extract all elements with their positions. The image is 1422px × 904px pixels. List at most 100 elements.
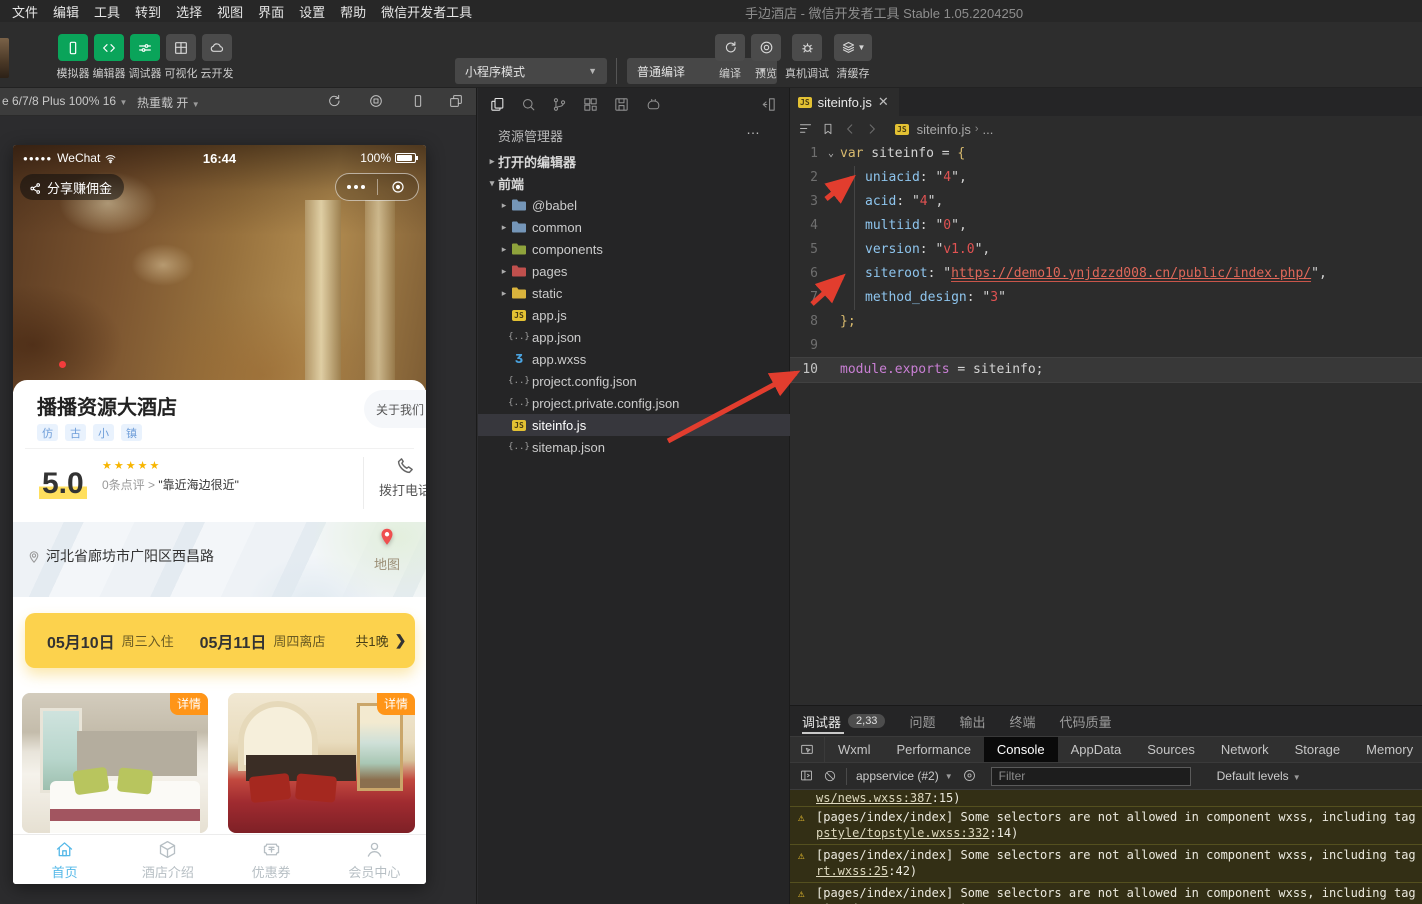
code-line-8[interactable]: 8};	[790, 310, 1422, 334]
breadcrumb-symbol[interactable]: ...	[983, 122, 994, 137]
tree-item-pages[interactable]: ▸ pages	[478, 260, 790, 282]
code-line-9[interactable]: 9	[790, 334, 1422, 358]
menu-item-微信开发者工具[interactable]: 微信开发者工具	[381, 2, 472, 21]
detail-badge[interactable]: 详情	[169, 693, 208, 715]
menu-item-编辑[interactable]: 编辑	[53, 2, 79, 21]
navigate-forward-icon[interactable]	[865, 120, 879, 138]
mode-select[interactable]: 小程序模式 ▼	[455, 58, 607, 84]
menu-item-转到[interactable]: 转到	[135, 2, 161, 21]
cloud-tools-icon[interactable]	[645, 96, 662, 114]
detail-badge[interactable]: 详情	[376, 693, 415, 715]
tree-item-siteinfo.js[interactable]: JS siteinfo.js	[478, 414, 790, 436]
menu-item-工具[interactable]: 工具	[94, 2, 120, 21]
devtools-tab-performance[interactable]: Performance	[884, 737, 984, 762]
record-icon[interactable]	[368, 93, 384, 109]
navigate-back-icon[interactable]	[843, 120, 857, 138]
call-hotel-button[interactable]: 拨打电话	[377, 455, 426, 499]
tree-item-sitemap.json[interactable]: {..} sitemap.json	[478, 436, 790, 458]
about-us-button[interactable]: 关于我们›	[364, 390, 426, 428]
live-expression-icon[interactable]	[962, 767, 977, 785]
bookmark-icon[interactable]	[821, 120, 835, 138]
outline-icon[interactable]	[798, 120, 813, 138]
tree-item-project.config.json[interactable]: {..} project.config.json	[478, 370, 790, 392]
code-line-2[interactable]: 2 uniacid: "4",	[790, 166, 1422, 190]
code-button[interactable]	[94, 34, 124, 61]
menu-item-选择[interactable]: 选择	[176, 2, 202, 21]
devtools-tab-memory[interactable]: Memory	[1353, 737, 1422, 762]
tree-item-components[interactable]: ▸ components	[478, 238, 790, 260]
code-line-6[interactable]: 6 siteroot: "https://demo10.ynjdzzd008.cn…	[790, 262, 1422, 286]
tab-item-酒店介绍[interactable]: 酒店介绍	[116, 835, 219, 884]
code-line-1[interactable]: 1 ⌄ var siteinfo = {	[790, 142, 1422, 166]
code-line-10[interactable]: 10 module.exports = siteinfo;	[790, 358, 1422, 382]
source-link[interactable]: pstyle/topstyle.wxss:332	[816, 826, 989, 840]
cloud-button[interactable]	[202, 34, 232, 61]
menu-item-视图[interactable]: 视图	[217, 2, 243, 21]
inspect-element-icon[interactable]	[790, 737, 825, 762]
devtools-tab-sources[interactable]: Sources	[1134, 737, 1208, 762]
tree-item-@babel[interactable]: ▸ @babel	[478, 194, 790, 216]
tree-item-app.js[interactable]: JS app.js	[478, 304, 790, 326]
capsule-more-button[interactable]	[336, 174, 377, 200]
log-levels-select[interactable]: Default levels ▼	[1217, 769, 1301, 783]
siteroot-url-link[interactable]: https://demo10.ynjdzzd008.cn/public/inde…	[951, 266, 1312, 282]
tab-item-首页[interactable]: 首页	[13, 835, 116, 884]
menu-item-界面[interactable]: 界面	[258, 2, 284, 21]
share-commission-button[interactable]: 分享赚佣金	[20, 174, 125, 200]
refresh-button[interactable]	[715, 34, 745, 61]
map-address-bar[interactable]: 河北省廊坊市广阳区西昌路 地图	[13, 522, 426, 597]
tree-item-project.private.config.json[interactable]: {..} project.private.config.json	[478, 392, 790, 414]
code-line-7[interactable]: 7 method_design: "3"	[790, 286, 1422, 310]
avatar-thumbnail[interactable]	[0, 38, 9, 78]
tree-item-打开的编辑器[interactable]: ▸ 打开的编辑器	[478, 150, 790, 172]
room-card[interactable]: 详情	[228, 693, 415, 833]
device-frame-icon[interactable]	[410, 93, 426, 109]
tree-item-app.json[interactable]: {..} app.json	[478, 326, 790, 348]
tree-item-前端[interactable]: ▾ 前端	[478, 172, 790, 194]
devtools-tab-wxml[interactable]: Wxml	[825, 737, 884, 762]
date-selector-bar[interactable]: 05月10日 周三入住 05月11日 周四离店 共1晚	[25, 613, 415, 668]
source-link[interactable]: rt.wxss:25	[816, 864, 888, 878]
eye-button[interactable]	[751, 34, 781, 61]
files-icon[interactable]	[489, 96, 506, 114]
code-line-3[interactable]: 3 acid: "4",	[790, 190, 1422, 214]
clear-console-icon[interactable]	[823, 767, 837, 785]
bug-button[interactable]	[792, 34, 822, 61]
code-editor[interactable]: 1 ⌄ var siteinfo = {2 uniacid: "4", 3 acid: "…	[790, 142, 1422, 704]
tune-button[interactable]	[130, 34, 160, 61]
git-branch-icon[interactable]	[551, 96, 568, 114]
devtools-tab-network[interactable]: Network	[1208, 737, 1282, 762]
tab-item-优惠券[interactable]: 优惠券	[220, 835, 323, 884]
review-count-link[interactable]: 0条点评 >	[102, 478, 155, 492]
debug-tab-问题[interactable]: 问题	[909, 706, 935, 736]
multi-window-icon[interactable]	[448, 93, 464, 109]
debug-tab-调试器[interactable]: 调试器 2,33	[802, 706, 886, 736]
tree-item-app.wxss[interactable]: Ʒapp.wxss	[478, 348, 790, 370]
debug-tab-输出[interactable]: 输出	[959, 706, 985, 736]
search-icon[interactable]	[520, 96, 537, 114]
js-context-select[interactable]: appservice (#2) ▼	[856, 769, 953, 783]
menu-item-帮助[interactable]: 帮助	[340, 2, 366, 21]
tab-item-会员中心[interactable]: 会员中心	[323, 835, 426, 884]
phone-button[interactable]	[58, 34, 88, 61]
fold-chevron-icon[interactable]: ⌄	[822, 142, 840, 166]
capsule-exit-button[interactable]	[378, 174, 419, 200]
tree-item-common[interactable]: ▸ common	[478, 216, 790, 238]
layout-button[interactable]	[166, 34, 196, 61]
source-link[interactable]: ws/news.wxss:387	[816, 791, 932, 805]
devtools-tab-storage[interactable]: Storage	[1282, 737, 1354, 762]
code-line-5[interactable]: 5 version: "v1.0",	[790, 238, 1422, 262]
menu-item-设置[interactable]: 设置	[299, 2, 325, 21]
collapse-panel-icon[interactable]	[760, 96, 777, 114]
device-select[interactable]: e 6/7/8 Plus 100% 16 ▼	[2, 94, 127, 108]
refresh-icon[interactable]	[326, 93, 342, 109]
extensions-icon[interactable]	[582, 96, 599, 114]
devtools-tab-console[interactable]: Console	[983, 737, 1058, 762]
close-icon[interactable]: ✕	[878, 94, 889, 110]
debug-tab-终端[interactable]: 终端	[1009, 706, 1035, 736]
code-line-4[interactable]: 4 multiid: "0",	[790, 214, 1422, 238]
npm-build-icon[interactable]	[613, 96, 630, 114]
breadcrumb-file[interactable]: siteinfo.js	[917, 122, 971, 137]
console-filter-input[interactable]	[990, 766, 1191, 786]
editor-tab-siteinfo[interactable]: JS siteinfo.js ✕	[790, 88, 899, 116]
